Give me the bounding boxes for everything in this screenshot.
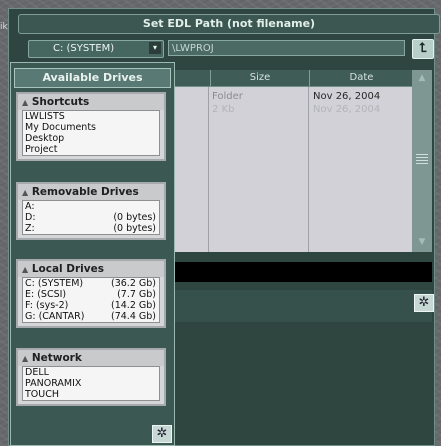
options-button[interactable]: ✲ — [414, 294, 434, 312]
drive-item[interactable]: D: (0 bytes) — [23, 212, 159, 223]
row-2-date[interactable]: Nov 26, 2004 — [313, 104, 380, 115]
scroll-up-icon[interactable]: ▲ — [415, 72, 429, 84]
collapse-icon: ▲ — [22, 98, 29, 107]
collapse-icon: ▲ — [22, 188, 29, 197]
network-label: Network — [31, 352, 82, 364]
row-1-size[interactable]: Folder — [212, 91, 243, 102]
drive-name: G: (CANTAR) — [25, 311, 85, 322]
drive-size: (0 bytes) — [113, 223, 156, 234]
column-divider — [308, 87, 309, 252]
vertical-scrollbar[interactable]: ▲ ▼ — [412, 70, 432, 252]
available-drives-panel: Available Drives ▲ Shortcuts LWLISTS My … — [10, 62, 175, 446]
shortcuts-label: Shortcuts — [31, 96, 90, 108]
shortcuts-group: ▲ Shortcuts LWLISTS My Documents Desktop… — [16, 92, 166, 161]
drive-item[interactable]: C: (SYSTEM) (36.2 Gb) — [23, 278, 159, 289]
local-drives-group: ▲ Local Drives C: (SYSTEM) (36.2 Gb) E: … — [16, 259, 166, 328]
network-header[interactable]: ▲ Network — [18, 350, 164, 366]
drive-name: A: — [25, 201, 35, 212]
drive-item[interactable]: F: (sys-2) (14.2 Gb) — [23, 300, 159, 311]
drive-name: F: (sys-2) — [25, 300, 69, 311]
path-input[interactable]: \LWPROJ — [168, 40, 405, 56]
shortcut-item[interactable]: Project — [23, 144, 159, 155]
star-icon: ✲ — [156, 426, 168, 441]
row-2-size[interactable]: 2 Kb — [212, 104, 234, 115]
local-label: Local Drives — [31, 263, 104, 275]
drive-name: E: (SCSI) — [25, 289, 67, 300]
column-date[interactable]: Date — [309, 70, 413, 86]
network-item[interactable]: PANORAMIX — [23, 378, 159, 389]
volume-selected: C: (SYSTEM) — [53, 43, 115, 54]
drive-item[interactable]: E: (SCSI) (7.7 Gb) — [23, 289, 159, 300]
drive-name: Z: — [25, 223, 35, 234]
dialog-title: Set EDL Path (not filename) — [18, 14, 440, 34]
star-icon: ✲ — [418, 295, 430, 310]
scroll-grip[interactable] — [416, 154, 428, 164]
edge-label: ik — [0, 22, 8, 32]
shortcut-item[interactable]: Desktop — [23, 133, 159, 144]
drive-item[interactable]: Z: (0 bytes) — [23, 223, 159, 234]
network-item[interactable]: DELL — [23, 367, 159, 378]
drive-size: (0 bytes) — [113, 212, 156, 223]
removable-label: Removable Drives — [31, 186, 139, 198]
drive-item[interactable]: A: — [23, 201, 159, 212]
removable-drives-group: ▲ Removable Drives A: D: (0 bytes) Z: (0… — [16, 182, 166, 240]
shortcut-item[interactable]: LWLISTS — [23, 111, 159, 122]
drive-size: (74.4 Gb) — [111, 311, 156, 322]
network-item[interactable]: TOUCH — [23, 389, 159, 400]
column-size[interactable]: Size — [210, 70, 309, 86]
chevron-down-icon[interactable]: ▾ — [149, 42, 161, 54]
column-divider — [208, 87, 209, 252]
file-list-header: Size Date — [170, 70, 432, 87]
removable-header[interactable]: ▲ Removable Drives — [18, 184, 164, 200]
up-arrow-icon: ⮤ — [419, 41, 427, 56]
shortcut-item[interactable]: My Documents — [23, 122, 159, 133]
filename-bar — [170, 262, 432, 282]
drive-name: C: (SYSTEM) — [25, 278, 84, 289]
drive-name: D: — [25, 212, 36, 223]
scroll-down-icon[interactable]: ▼ — [415, 236, 429, 248]
parent-folder-button[interactable]: ⮤ — [412, 39, 434, 59]
local-header[interactable]: ▲ Local Drives — [18, 261, 164, 277]
collapse-icon: ▲ — [22, 265, 29, 274]
drives-panel-title: Available Drives — [14, 68, 171, 88]
volume-dropdown[interactable]: C: (SYSTEM) ▾ — [28, 40, 164, 58]
collapse-icon: ▲ — [22, 354, 29, 363]
drive-size: (14.2 Gb) — [111, 300, 156, 311]
file-list: Folder Nov 26, 2004 2 Kb Nov 26, 2004 — [170, 87, 412, 252]
drive-size: (36.2 Gb) — [111, 278, 156, 289]
row-1-date[interactable]: Nov 26, 2004 — [313, 91, 380, 102]
network-group: ▲ Network DELL PANORAMIX TOUCH — [16, 348, 166, 406]
lower-panel — [170, 290, 432, 322]
drive-item[interactable]: G: (CANTAR) (74.4 Gb) — [23, 311, 159, 322]
shortcuts-header[interactable]: ▲ Shortcuts — [18, 94, 164, 110]
drives-options-button[interactable]: ✲ — [152, 425, 172, 443]
drive-size: (7.7 Gb) — [117, 289, 156, 300]
